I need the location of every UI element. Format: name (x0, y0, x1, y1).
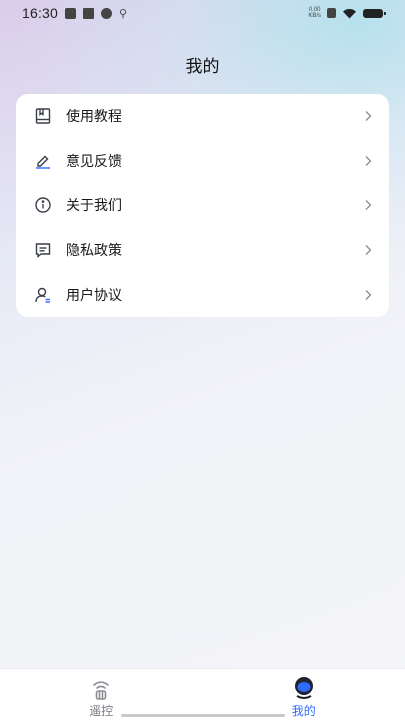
usb-icon: ⚲ (119, 6, 128, 20)
edit-icon (34, 152, 52, 170)
book-icon (34, 107, 52, 125)
menu-item-label: 关于我们 (66, 198, 122, 215)
chevron-right-icon (365, 245, 372, 256)
menu-item-feedback[interactable]: 意见反馈 (16, 139, 389, 184)
page-title: 我的 (185, 57, 220, 77)
menu-item-tutorial[interactable]: 使用教程 (16, 94, 389, 139)
status-bar: 16:30 ⚲ 0.00 KB/s (0, 0, 405, 26)
menu-item-label: 用户协议 (66, 287, 122, 304)
tab-label: 我的 (291, 704, 316, 718)
user-icon (34, 286, 52, 304)
nfc-icon (327, 8, 336, 18)
info-icon (34, 196, 52, 214)
menu-item-privacy[interactable]: 隐私政策 (16, 228, 389, 273)
net-speed: 0.00 KB/s (308, 7, 321, 19)
chevron-right-icon (365, 111, 372, 122)
tab-profile[interactable]: 我的 (203, 669, 405, 720)
tab-label: 遥控 (89, 704, 114, 718)
menu-item-user-agreement[interactable]: 用户协议 (16, 272, 389, 317)
mail-icon (83, 7, 95, 19)
wifi-icon (343, 8, 356, 18)
tab-remote[interactable]: 遥控 (0, 669, 203, 720)
chevron-right-icon (365, 200, 372, 211)
profile-icon (294, 677, 313, 699)
menu-item-about[interactable]: 关于我们 (16, 183, 389, 228)
menu-item-label: 隐私政策 (66, 243, 122, 260)
message-icon (34, 241, 52, 259)
notification-icon (65, 7, 77, 19)
battery-icon (363, 8, 386, 18)
menu-item-label: 意见反馈 (66, 153, 122, 170)
remote-icon (93, 681, 110, 700)
link-icon (101, 7, 113, 19)
status-right: 0.00 KB/s (308, 7, 386, 19)
status-time: 16:30 (22, 5, 59, 21)
menu-card: 使用教程 意见反馈 关于我们 隐私政策 用户协议 (16, 94, 389, 317)
status-left: 16:30 ⚲ (22, 5, 127, 21)
menu-item-label: 使用教程 (66, 109, 122, 126)
tab-bar: 遥控 我的 (0, 668, 405, 720)
net-speed-unit: KB/s (308, 13, 321, 19)
home-indicator (121, 714, 285, 717)
chevron-right-icon (365, 289, 372, 300)
chevron-right-icon (365, 155, 372, 166)
